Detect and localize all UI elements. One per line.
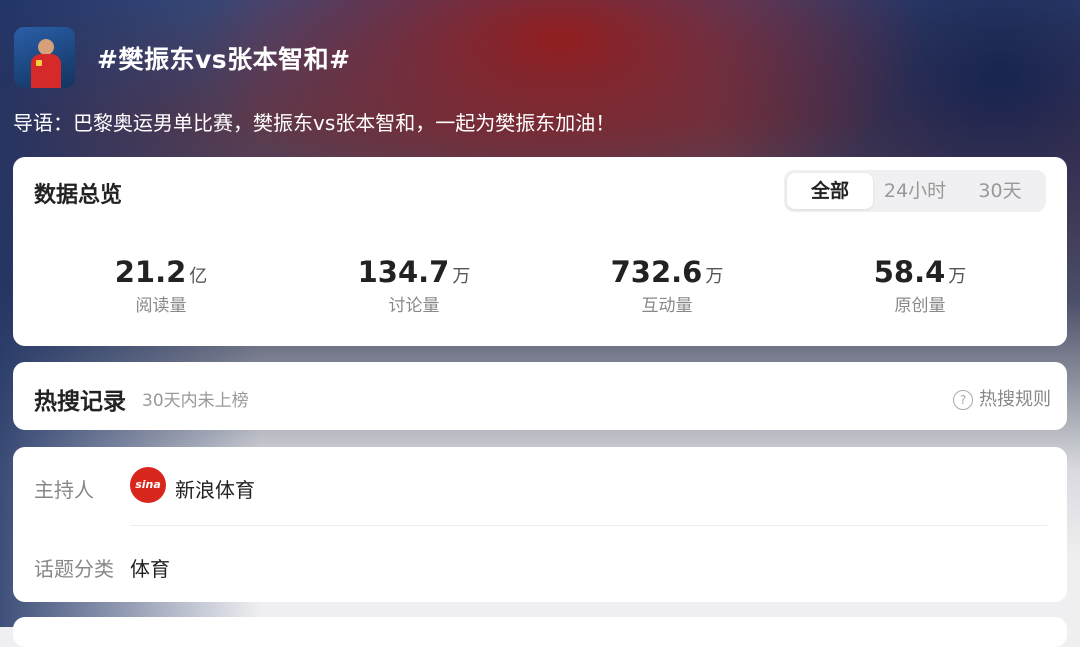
stat-read-unit: 亿 — [189, 266, 208, 287]
hot-search-subtitle: 30天内未上榜 — [142, 391, 249, 411]
overview-card: 数据总览 全部 24小时 30天 21.2 亿 阅读量 134.7 万 讨论量 73… — [13, 157, 1067, 346]
hot-search-card: 热搜记录 30天内未上榜 ? 热搜规则 — [13, 362, 1067, 430]
question-circle-icon: ? — [953, 390, 973, 410]
overview-title: 数据总览 — [34, 183, 123, 208]
stat-original: 58.4 万 原创量 — [800, 255, 1040, 316]
avatar-figure-head — [38, 39, 54, 55]
stat-interact-value: 732.6 — [610, 255, 703, 289]
tab-all[interactable]: 全部 — [787, 173, 873, 209]
stat-discuss-value: 134.7 — [357, 255, 450, 289]
topic-info-card: 主持人 sina 新浪体育 话题分类 体育 — [13, 447, 1067, 602]
next-card-peek — [13, 617, 1067, 647]
stat-discuss-unit: 万 — [452, 266, 471, 287]
host-label: 主持人 — [34, 478, 94, 502]
hot-search-rules-link[interactable]: ? 热搜规则 — [953, 385, 1051, 411]
avatar-figure-body — [31, 54, 61, 88]
stat-read: 21.2 亿 阅读量 — [41, 255, 281, 316]
info-divider — [130, 525, 1047, 526]
stat-interact-unit: 万 — [705, 266, 724, 287]
sina-logo-icon[interactable]: sina — [130, 467, 166, 503]
category-value: 体育 — [130, 557, 170, 581]
stat-read-label: 阅读量 — [135, 296, 187, 316]
stat-interact-label: 互动量 — [641, 296, 693, 316]
stat-original-unit: 万 — [948, 266, 967, 287]
stat-discuss-label: 讨论量 — [388, 296, 440, 316]
time-range-segmented-control: 全部 24小时 30天 — [784, 170, 1046, 212]
stat-original-label: 原创量 — [894, 296, 946, 316]
tab-24h[interactable]: 24小时 — [872, 173, 958, 209]
stat-interact: 732.6 万 互动量 — [547, 255, 787, 316]
avatar-figure-star — [36, 60, 42, 66]
topic-title: #樊振东vs张本智和# — [97, 45, 351, 74]
player-avatar-icon[interactable] — [14, 27, 75, 88]
stat-original-value: 58.4 — [873, 255, 946, 289]
host-name[interactable]: 新浪体育 — [175, 474, 255, 503]
stat-read-value: 21.2 — [114, 255, 187, 289]
tab-30d[interactable]: 30天 — [957, 173, 1043, 209]
hot-search-rules-label: 热搜规则 — [979, 389, 1051, 410]
topic-intro: 导语：巴黎奥运男单比赛，樊振东vs张本智和，一起为樊振东加油！ — [13, 111, 616, 135]
hot-search-title: 热搜记录 — [34, 389, 126, 415]
category-label: 话题分类 — [34, 557, 114, 581]
stat-discuss: 134.7 万 讨论量 — [294, 255, 534, 316]
